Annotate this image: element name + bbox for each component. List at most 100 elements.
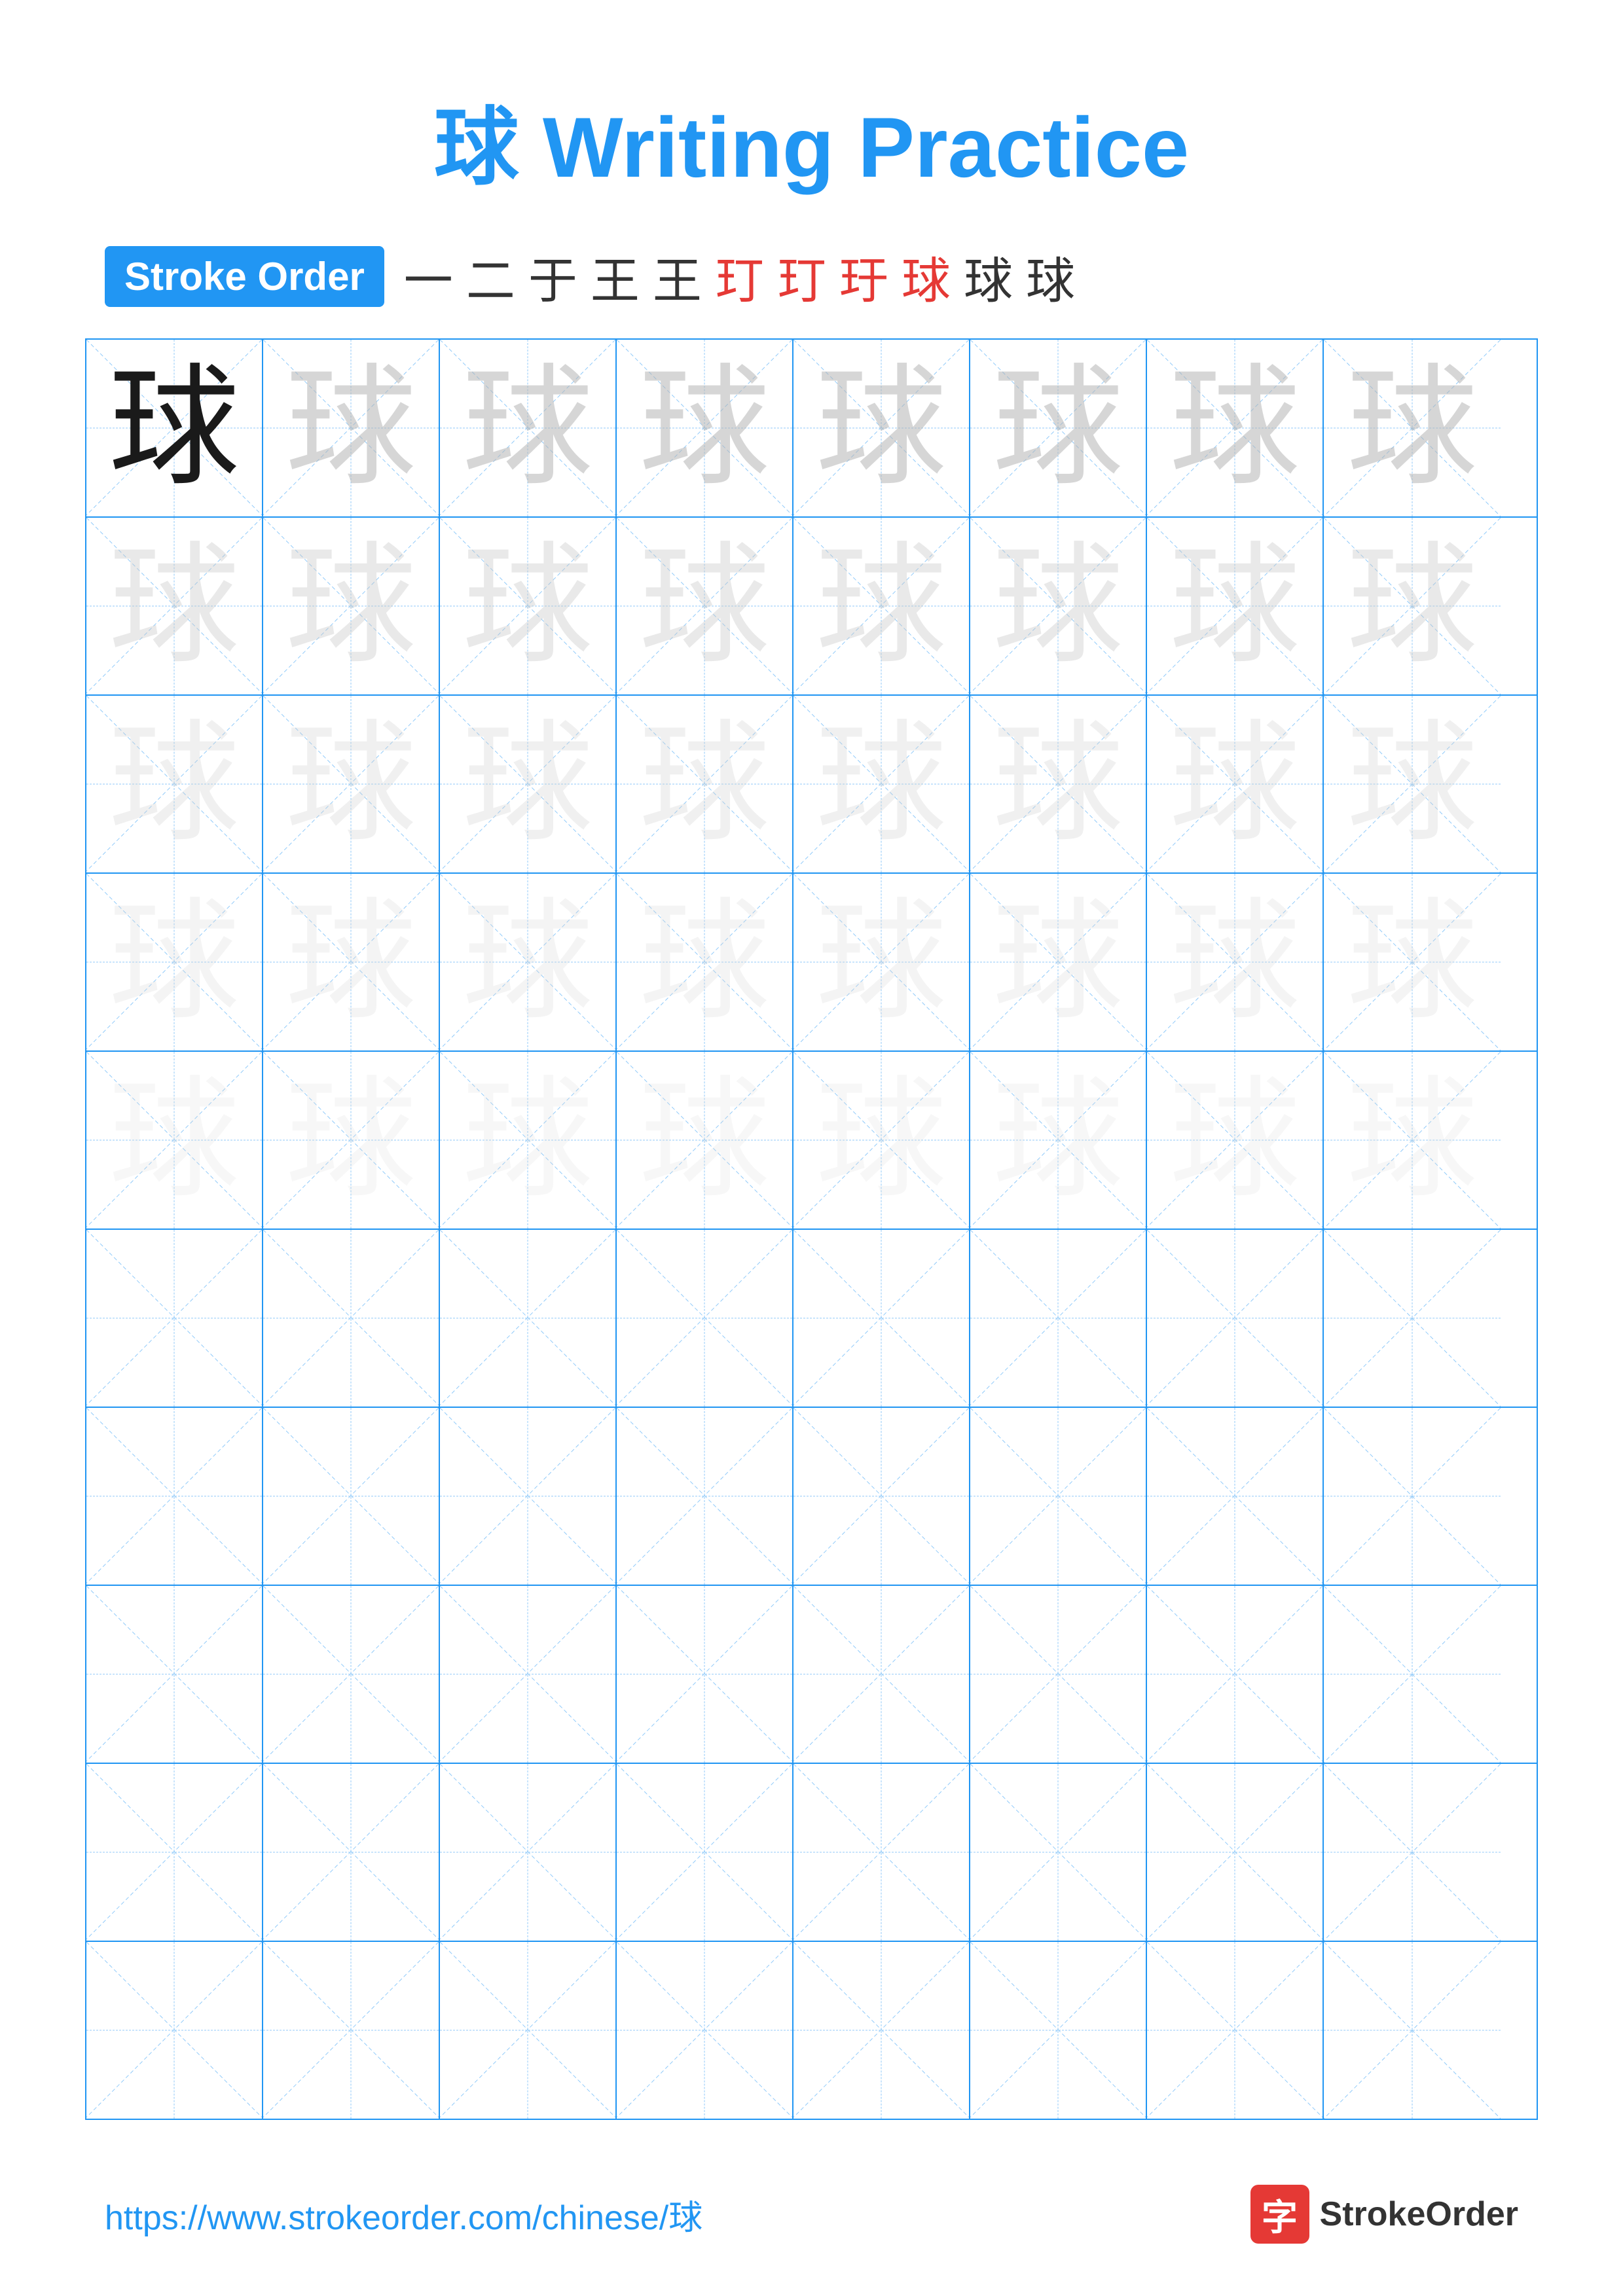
grid-cell-8-7[interactable] (1147, 1586, 1324, 1763)
grid-cell-6-8[interactable] (1324, 1230, 1501, 1407)
stroke-char-4: 王 (591, 241, 640, 312)
grid-cell-1-5[interactable]: 球 (793, 340, 970, 516)
grid-cell-9-5[interactable] (793, 1764, 970, 1941)
grid-cell-5-8[interactable]: 球 (1324, 1052, 1501, 1229)
grid-cell-3-1[interactable]: 球 (86, 696, 263, 872)
grid-cell-2-5[interactable]: 球 (793, 518, 970, 694)
grid-cell-9-4[interactable] (617, 1764, 793, 1941)
grid-cell-7-2[interactable] (263, 1408, 440, 1585)
grid-cell-6-5[interactable] (793, 1230, 970, 1407)
grid-row-1: 球 球 球 球 球 球 球 球 (86, 340, 1537, 518)
grid-row-9 (86, 1764, 1537, 1942)
grid-cell-9-8[interactable] (1324, 1764, 1501, 1941)
grid-cell-8-1[interactable] (86, 1586, 263, 1763)
grid-cell-2-1[interactable]: 球 (86, 518, 263, 694)
grid-cell-8-4[interactable] (617, 1586, 793, 1763)
grid-cell-8-5[interactable] (793, 1586, 970, 1763)
practice-grid: 球 球 球 球 球 球 球 球 (85, 338, 1538, 2120)
grid-cell-8-8[interactable] (1324, 1586, 1501, 1763)
grid-cell-10-5[interactable] (793, 1942, 970, 2119)
grid-cell-1-3[interactable]: 球 (440, 340, 617, 516)
grid-cell-8-3[interactable] (440, 1586, 617, 1763)
grid-cell-1-8[interactable]: 球 (1324, 340, 1501, 516)
grid-cell-6-3[interactable] (440, 1230, 617, 1407)
grid-cell-3-7[interactable]: 球 (1147, 696, 1324, 872)
grid-cell-2-8[interactable]: 球 (1324, 518, 1501, 694)
stroke-char-10: 球 (964, 241, 1013, 312)
grid-cell-7-5[interactable] (793, 1408, 970, 1585)
grid-cell-9-6[interactable] (970, 1764, 1147, 1941)
grid-cell-10-3[interactable] (440, 1942, 617, 2119)
grid-cell-3-3[interactable]: 球 (440, 696, 617, 872)
grid-cell-9-7[interactable] (1147, 1764, 1324, 1941)
grid-cell-4-5[interactable]: 球 (793, 874, 970, 1050)
grid-cell-7-3[interactable] (440, 1408, 617, 1585)
grid-row-5: 球 球 球 球 球 球 球 球 (86, 1052, 1537, 1230)
grid-cell-4-8[interactable]: 球 (1324, 874, 1501, 1050)
grid-cell-9-2[interactable] (263, 1764, 440, 1941)
stroke-char-3: 于 (528, 241, 577, 312)
grid-cell-4-3[interactable]: 球 (440, 874, 617, 1050)
grid-cell-1-1[interactable]: 球 (86, 340, 263, 516)
footer-url[interactable]: https://www.strokeorder.com/chinese/球 (105, 2190, 702, 2239)
grid-cell-7-4[interactable] (617, 1408, 793, 1585)
grid-cell-6-6[interactable] (970, 1230, 1147, 1407)
footer: https://www.strokeorder.com/chinese/球 字 … (0, 2185, 1623, 2244)
grid-cell-4-7[interactable]: 球 (1147, 874, 1324, 1050)
grid-row-7 (86, 1408, 1537, 1586)
grid-row-6 (86, 1230, 1537, 1408)
grid-cell-3-5[interactable]: 球 (793, 696, 970, 872)
stroke-order-badge: Stroke Order (105, 246, 384, 307)
grid-cell-7-7[interactable] (1147, 1408, 1324, 1585)
grid-cell-7-6[interactable] (970, 1408, 1147, 1585)
stroke-char-1: 一 (404, 241, 453, 312)
grid-cell-3-8[interactable]: 球 (1324, 696, 1501, 872)
grid-cell-5-1[interactable]: 球 (86, 1052, 263, 1229)
logo-icon: 字 (1250, 2185, 1309, 2244)
grid-cell-2-2[interactable]: 球 (263, 518, 440, 694)
stroke-chars: 一 二 于 王 王 玎 玎 玗 球 球 球 (404, 241, 1075, 312)
page-title: 球 Writing Practice (0, 0, 1623, 241)
grid-cell-9-3[interactable] (440, 1764, 617, 1941)
grid-cell-1-4[interactable]: 球 (617, 340, 793, 516)
grid-cell-4-6[interactable]: 球 (970, 874, 1147, 1050)
grid-cell-2-6[interactable]: 球 (970, 518, 1147, 694)
grid-cell-10-8[interactable] (1324, 1942, 1501, 2119)
stroke-order-row: Stroke Order 一 二 于 王 王 玎 玎 玗 球 球 球 (0, 241, 1623, 312)
grid-cell-6-2[interactable] (263, 1230, 440, 1407)
grid-cell-5-4[interactable]: 球 (617, 1052, 793, 1229)
grid-cell-3-4[interactable]: 球 (617, 696, 793, 872)
grid-cell-2-7[interactable]: 球 (1147, 518, 1324, 694)
grid-cell-8-6[interactable] (970, 1586, 1147, 1763)
grid-cell-5-2[interactable]: 球 (263, 1052, 440, 1229)
stroke-char-5: 王 (653, 241, 702, 312)
grid-cell-2-3[interactable]: 球 (440, 518, 617, 694)
grid-cell-1-2[interactable]: 球 (263, 340, 440, 516)
grid-cell-10-1[interactable] (86, 1942, 263, 2119)
grid-cell-10-6[interactable] (970, 1942, 1147, 2119)
grid-cell-2-4[interactable]: 球 (617, 518, 793, 694)
grid-cell-6-4[interactable] (617, 1230, 793, 1407)
grid-cell-8-2[interactable] (263, 1586, 440, 1763)
grid-cell-6-1[interactable] (86, 1230, 263, 1407)
grid-cell-10-4[interactable] (617, 1942, 793, 2119)
grid-cell-3-2[interactable]: 球 (263, 696, 440, 872)
grid-cell-3-6[interactable]: 球 (970, 696, 1147, 872)
grid-cell-4-4[interactable]: 球 (617, 874, 793, 1050)
grid-cell-5-7[interactable]: 球 (1147, 1052, 1324, 1229)
grid-cell-6-7[interactable] (1147, 1230, 1324, 1407)
stroke-char-11: 球 (1026, 241, 1075, 312)
grid-cell-5-5[interactable]: 球 (793, 1052, 970, 1229)
grid-cell-7-8[interactable] (1324, 1408, 1501, 1585)
grid-cell-10-2[interactable] (263, 1942, 440, 2119)
grid-cell-5-6[interactable]: 球 (970, 1052, 1147, 1229)
grid-cell-4-2[interactable]: 球 (263, 874, 440, 1050)
grid-cell-9-1[interactable] (86, 1764, 263, 1941)
logo-text: StrokeOrder (1320, 2195, 1518, 2234)
grid-cell-5-3[interactable]: 球 (440, 1052, 617, 1229)
grid-cell-10-7[interactable] (1147, 1942, 1324, 2119)
grid-cell-7-1[interactable] (86, 1408, 263, 1585)
grid-cell-1-7[interactable]: 球 (1147, 340, 1324, 516)
grid-cell-1-6[interactable]: 球 (970, 340, 1147, 516)
grid-cell-4-1[interactable]: 球 (86, 874, 263, 1050)
